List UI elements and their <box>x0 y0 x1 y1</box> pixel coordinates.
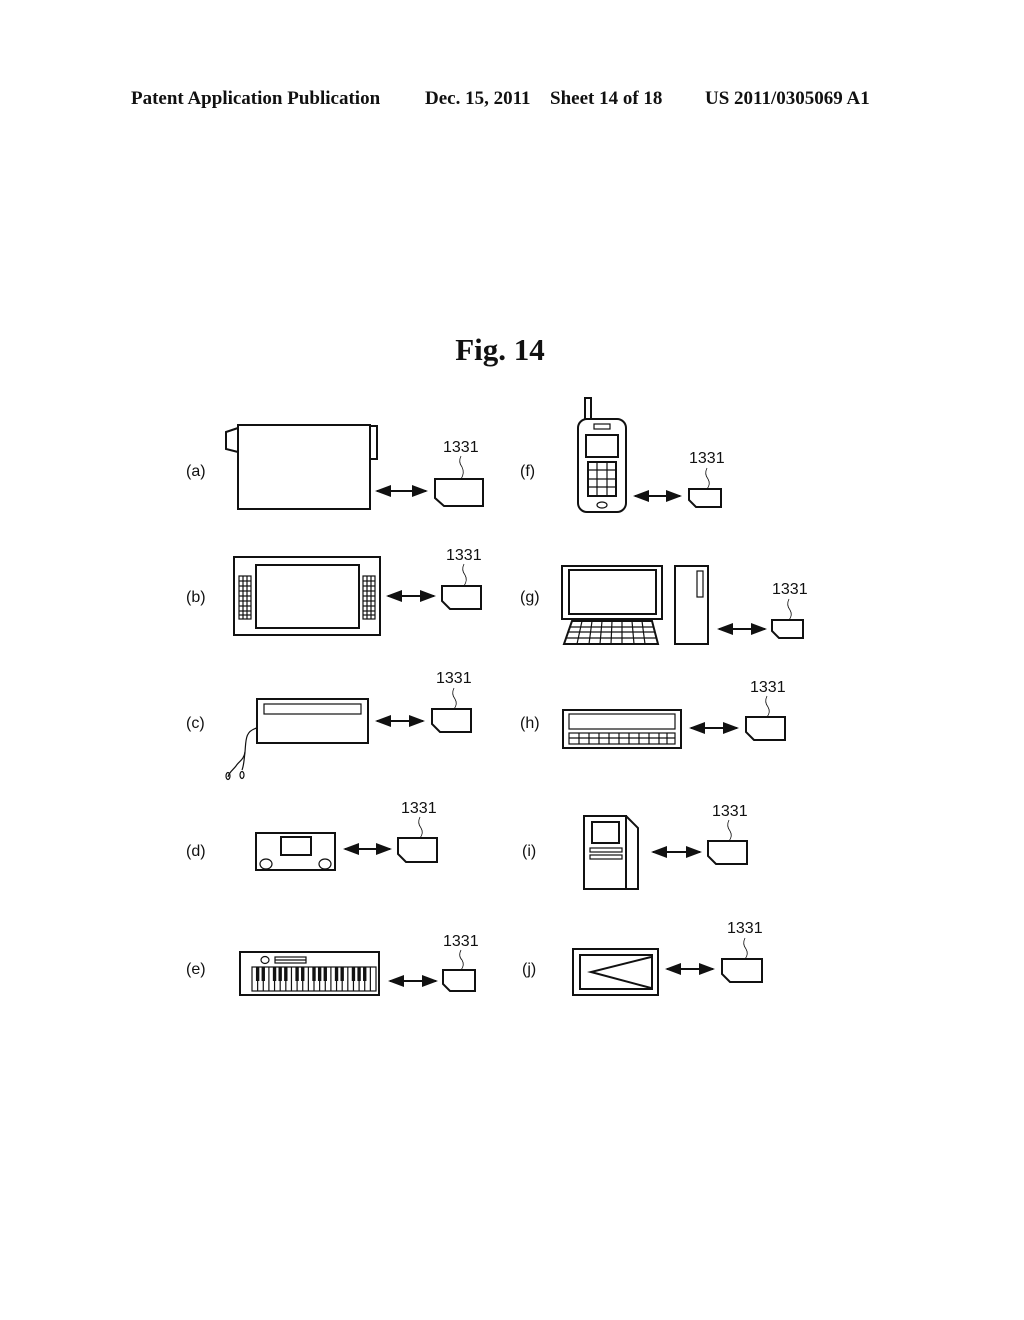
reference-numeral: 1331 <box>727 920 763 937</box>
panel-e: (e) 1331 <box>186 933 479 996</box>
leader-line <box>459 455 464 480</box>
memory-card <box>721 958 763 983</box>
portable-media-player-device <box>233 556 381 636</box>
black-key <box>363 967 367 981</box>
leader-line <box>765 695 770 718</box>
reference-numeral: 1331 <box>689 450 725 467</box>
panel-label-a: (a) <box>186 463 206 480</box>
reference-numeral: 1331 <box>712 803 748 820</box>
memory-card <box>688 488 722 508</box>
black-key <box>357 967 361 981</box>
leader-line <box>459 949 464 971</box>
panel-c: (c) 1331 <box>186 670 472 781</box>
electronic-keyboard-device <box>239 951 380 996</box>
panel-label-g: (g) <box>520 589 540 606</box>
black-key <box>261 967 265 981</box>
reference-numeral: 1331 <box>443 439 479 456</box>
leader-line <box>727 819 732 842</box>
mp3-player-device <box>225 698 369 781</box>
memory-card <box>434 478 484 507</box>
projector-device <box>572 948 659 996</box>
panel-label-h: (h) <box>520 715 540 732</box>
reference-numeral: 1331 <box>446 547 482 564</box>
panel-label-d: (d) <box>186 843 206 860</box>
panel-d: (d) 1331 <box>186 800 438 871</box>
black-key <box>295 967 299 981</box>
black-key <box>340 967 344 981</box>
leader-line <box>787 598 792 621</box>
black-key <box>312 967 316 981</box>
leader-line <box>452 687 457 710</box>
memory-card <box>442 969 476 992</box>
panel-i: (i) 1331 <box>522 803 748 890</box>
panel-label-c: (c) <box>186 715 205 732</box>
reference-numeral: 1331 <box>750 679 786 696</box>
reference-numeral: 1331 <box>401 800 437 817</box>
leader-line <box>743 937 748 960</box>
memory-card <box>771 619 804 639</box>
memory-card <box>745 716 786 741</box>
memory-card <box>397 837 438 863</box>
black-key <box>334 967 339 981</box>
panel-label-i: (i) <box>522 843 536 860</box>
panel-label-e: (e) <box>186 961 206 978</box>
black-key <box>284 967 288 981</box>
black-key <box>301 967 305 981</box>
reference-numeral: 1331 <box>772 581 808 598</box>
panel-f: (f) 1331 <box>520 397 725 513</box>
memory-card <box>431 708 472 733</box>
kiosk-terminal-device <box>583 815 639 890</box>
electronic-dictionary-device <box>562 709 682 749</box>
panel-b: (b) 1331 <box>186 547 482 636</box>
black-key <box>351 967 356 981</box>
leader-line <box>418 816 423 839</box>
black-key <box>255 967 260 981</box>
reference-numeral: 1331 <box>436 670 472 687</box>
panel-label-j: (j) <box>522 961 536 978</box>
mobile-phone-device <box>577 397 627 513</box>
black-key <box>272 967 277 981</box>
black-key <box>278 967 282 981</box>
desktop-computer-device <box>561 565 709 645</box>
memory-card <box>707 840 748 865</box>
figure-drawing: (a) 1331 (b) 1331 (c) 1331 (d) 1331 (e) … <box>186 397 808 996</box>
black-key <box>323 967 327 981</box>
panel-g: (g) 1331 <box>520 565 808 645</box>
panel-label-f: (f) <box>520 463 535 480</box>
panel-j: (j) 1331 <box>522 920 763 996</box>
black-key <box>317 967 322 981</box>
car-audio-device <box>255 832 336 871</box>
reference-numeral: 1331 <box>443 933 479 950</box>
panel-h: (h) 1331 <box>520 679 786 749</box>
leader-line <box>462 563 467 587</box>
leader-line <box>705 467 710 490</box>
memory-card <box>441 585 482 610</box>
panel-label-b: (b) <box>186 589 206 606</box>
panel-a: (a) 1331 <box>186 424 484 510</box>
camcorder-device <box>225 424 378 510</box>
